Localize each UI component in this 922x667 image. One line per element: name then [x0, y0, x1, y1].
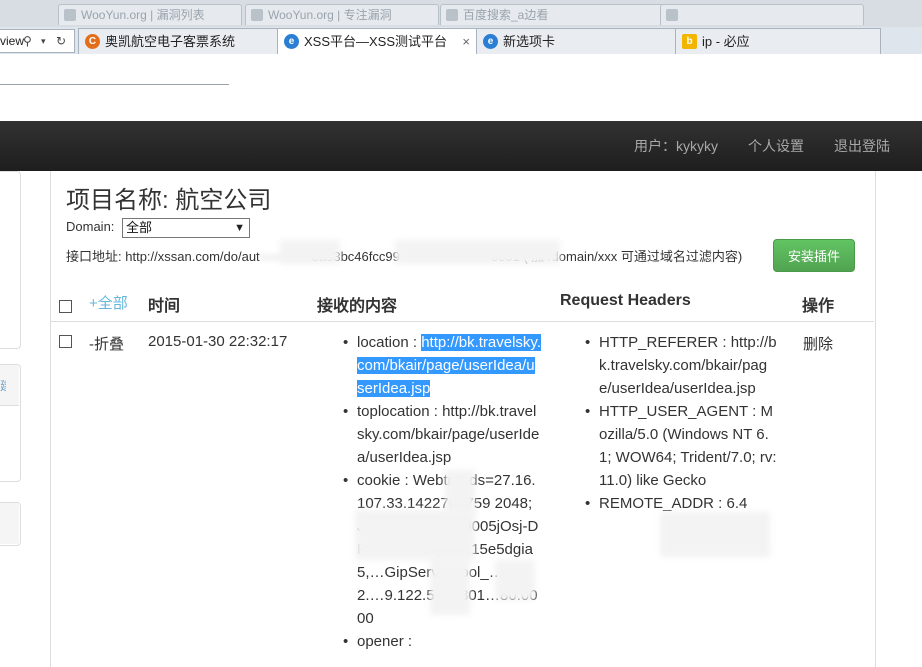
bing-icon: b [682, 34, 697, 49]
search-icon[interactable]: ⚲ [23, 30, 32, 52]
page-title: 项目名称: 航空公司 [66, 187, 272, 214]
top-navbar: 用户：kykyky 个人设置 退出登陆 [0, 121, 922, 171]
redaction-blur [430, 555, 470, 615]
list-item: toplocation : http://bk.travelsky.com/bk… [341, 400, 541, 469]
sidebar-panel-2: 建 [0, 364, 21, 482]
sidebar-panel-3 [0, 502, 21, 546]
list-item: opener : [341, 630, 541, 653]
delete-link[interactable]: 删除 [803, 333, 833, 354]
aokai-icon: C [85, 34, 100, 49]
toolbar-divider [0, 84, 229, 85]
tab-favicon-icon [666, 9, 678, 21]
redaction-blur [395, 240, 560, 264]
select-all-checkbox[interactable] [59, 300, 72, 313]
sidebar-panel-1 [0, 171, 21, 349]
column-header-time: 时间 [148, 298, 181, 315]
row-time: 2015-01-30 22:32:17 [148, 333, 288, 350]
tab-xss-platform[interactable]: e XSS平台—XSS测试平台 × [277, 28, 477, 55]
browser-tab-bar: view ⚲ ▾ ↻ C 奥凯航空电子客票系统 e XSS平台—XSS测试平台 … [0, 27, 922, 55]
background-window-tabs: WooYun.org | 漏洞列表 WooYun.org | 专注漏洞 百度搜索… [0, 0, 922, 27]
tab-favicon-icon [251, 9, 263, 21]
list-item: HTTP_REFERER : http://bk.travelsky.com/b… [583, 331, 779, 400]
tab-aokai[interactable]: C 奥凯航空电子客票系统 [78, 28, 278, 54]
address-bar[interactable]: view ⚲ ▾ ↻ [0, 29, 75, 53]
sidebar-panel-header: 建 [0, 365, 19, 406]
list-item: HTTP_USER_AGENT : Mozilla/5.0 (Windows N… [583, 400, 779, 492]
sidebar-panel-header [0, 503, 19, 544]
tab-favicon-icon [64, 9, 76, 21]
tab-new[interactable]: e 新选项卡 [476, 28, 676, 54]
redaction-blur [495, 560, 535, 600]
tab-bing[interactable]: b ip - 必应 [675, 28, 881, 54]
column-header-actions: 操作 [802, 298, 835, 315]
domain-select[interactable]: 全部 ▼ [122, 218, 250, 238]
close-tab-icon[interactable]: × [462, 29, 470, 54]
background-tab-2: WooYun.org | 专注漏洞 [245, 4, 439, 25]
expand-all-link[interactable]: +全部 [89, 292, 128, 313]
ie-icon: e [284, 34, 299, 49]
redaction-blur [280, 240, 340, 264]
background-tab-3: 百度搜索_a边看 [440, 4, 664, 25]
collapse-link[interactable]: -折叠 [89, 333, 124, 354]
redaction-blur [445, 470, 475, 515]
browser-toolbar-area [0, 54, 922, 121]
redaction-blur [660, 512, 770, 557]
row-checkbox[interactable] [59, 335, 72, 348]
user-label: 用户：kykyky [634, 138, 718, 154]
dropdown-icon[interactable]: ▾ [41, 30, 46, 52]
domain-label: Domain: [66, 219, 115, 234]
background-tab-4 [660, 4, 864, 25]
redaction-blur [355, 510, 475, 560]
chevron-down-icon: ▼ [234, 222, 245, 234]
tab-favicon-icon [446, 9, 458, 21]
logout-link[interactable]: 退出登陆 [834, 121, 890, 171]
ie-icon: e [483, 34, 498, 49]
install-plugin-button[interactable]: 安装插件 [773, 239, 855, 272]
table-header-divider [51, 321, 874, 322]
request-headers-list: HTTP_REFERER : http://bk.travelsky.com/b… [583, 331, 779, 515]
refresh-icon[interactable]: ↻ [56, 30, 66, 52]
column-header-content: 接收的内容 [317, 298, 398, 315]
list-item: location : http://bk.travelsky.com/bkair… [341, 331, 541, 400]
settings-link[interactable]: 个人设置 [748, 121, 804, 171]
background-tab-1: WooYun.org | 漏洞列表 [58, 4, 242, 25]
column-header-request-headers: Request Headers [560, 292, 691, 309]
